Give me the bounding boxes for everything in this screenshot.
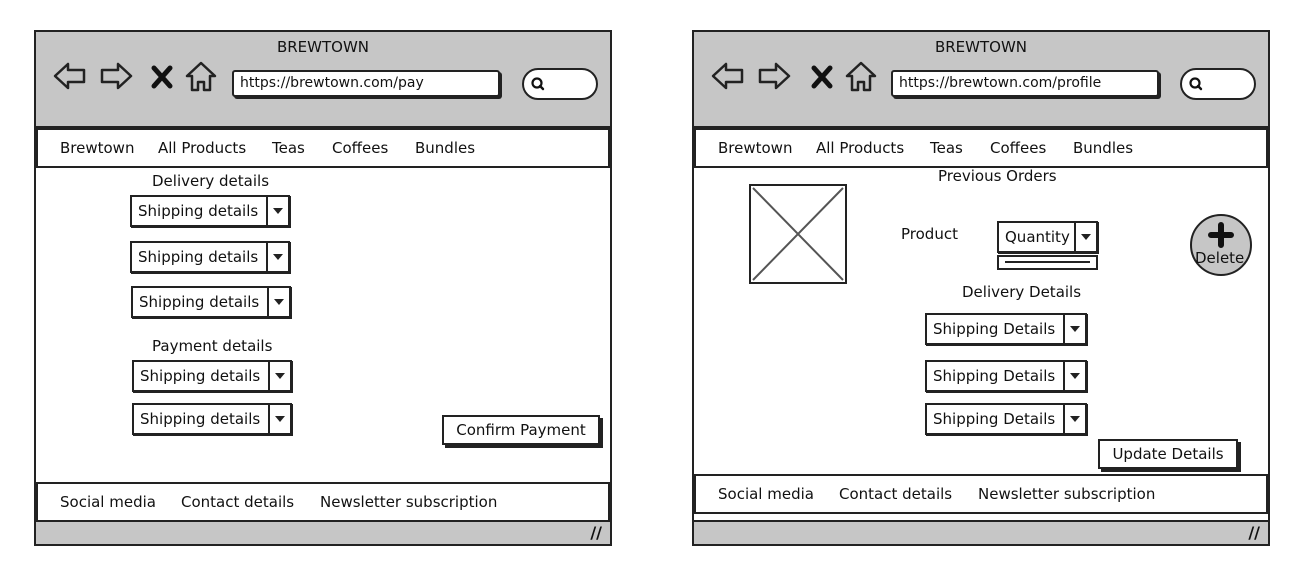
stop-x-icon[interactable] (808, 58, 836, 94)
delivery-field-1[interactable]: Shipping Details (925, 313, 1087, 345)
status-bar: // (694, 520, 1268, 544)
footer-bar: Social media Contact details Newsletter … (694, 474, 1268, 514)
delete-button[interactable]: Delete (1190, 214, 1252, 276)
status-bar: // (36, 520, 610, 544)
footer-contact-details[interactable]: Contact details (839, 485, 952, 503)
chevron-down-icon[interactable] (1074, 223, 1096, 251)
search-icon (531, 77, 545, 91)
delete-label: Delete (1195, 249, 1245, 267)
product-image-placeholder (749, 184, 847, 284)
stop-x-icon[interactable] (148, 58, 176, 94)
back-arrow-icon[interactable] (52, 58, 88, 94)
search-icon (1189, 77, 1203, 91)
chevron-down-icon[interactable] (1063, 405, 1085, 433)
update-details-button[interactable]: Update Details (1098, 439, 1238, 469)
footer-social-media[interactable]: Social media (60, 493, 156, 511)
chevron-down-icon[interactable] (268, 405, 290, 433)
combo-value: Shipping Details (933, 367, 1056, 385)
window-title: BREWTOWN (276, 38, 370, 56)
top-nav: Brewtown All Products Teas Coffees Bundl… (694, 128, 1268, 168)
chevron-down-icon[interactable] (266, 197, 288, 225)
address-bar[interactable]: https://brewtown.com/profile (891, 70, 1159, 97)
resize-grip-icon[interactable]: // (1248, 523, 1260, 542)
footer-newsletter[interactable]: Newsletter subscription (320, 493, 497, 511)
nav-item-teas[interactable]: Teas (930, 139, 963, 157)
combo-value: Shipping Details (933, 410, 1056, 428)
window-title: BREWTOWN (934, 38, 1028, 56)
forward-arrow-icon[interactable] (98, 58, 134, 94)
chevron-down-icon[interactable] (268, 362, 290, 390)
combo-value: Shipping Details (933, 320, 1056, 338)
nav-item-brewtown[interactable]: Brewtown (60, 139, 134, 157)
browser-window-pay: BREWTOWN https://brewtown.com/pay Brewto… (34, 30, 612, 546)
top-nav: Brewtown All Products Teas Coffees Bundl… (36, 128, 610, 168)
nav-item-all-products[interactable]: All Products (816, 139, 904, 157)
search-field[interactable] (1180, 68, 1256, 100)
nav-item-brewtown[interactable]: Brewtown (718, 139, 792, 157)
previous-orders-heading: Previous Orders (938, 167, 1057, 185)
footer-bar: Social media Contact details Newsletter … (36, 482, 610, 522)
combo-value: Quantity (1005, 228, 1070, 246)
combo-value: Shipping details (140, 410, 261, 428)
delivery-field-1[interactable]: Shipping details (130, 195, 290, 227)
payment-field-1[interactable]: Shipping details (132, 360, 292, 392)
footer-social-media[interactable]: Social media (718, 485, 814, 503)
chevron-down-icon[interactable] (1063, 315, 1085, 343)
confirm-payment-button[interactable]: Confirm Payment (442, 415, 600, 445)
back-arrow-icon[interactable] (710, 58, 746, 94)
combo-value: Shipping details (139, 293, 260, 311)
chevron-down-icon[interactable] (267, 288, 289, 316)
nav-item-bundles[interactable]: Bundles (1073, 139, 1133, 157)
nav-item-all-products[interactable]: All Products (158, 139, 246, 157)
resize-grip-icon[interactable]: // (590, 523, 602, 542)
delivery-field-2[interactable]: Shipping Details (925, 360, 1087, 392)
nav-item-bundles[interactable]: Bundles (415, 139, 475, 157)
footer-newsletter[interactable]: Newsletter subscription (978, 485, 1155, 503)
chevron-down-icon[interactable] (1063, 362, 1085, 390)
product-label: Product (901, 225, 958, 243)
combo-value: Shipping details (138, 248, 259, 266)
address-bar[interactable]: https://brewtown.com/pay (232, 70, 500, 97)
quantity-select[interactable]: Quantity (997, 221, 1098, 253)
plus-icon (1208, 222, 1234, 248)
browser-window-profile: BREWTOWN https://brewtown.com/profile Br… (692, 30, 1270, 546)
nav-item-coffees[interactable]: Coffees (332, 139, 388, 157)
delivery-details-heading: Delivery Details (962, 283, 1082, 301)
combo-value: Shipping details (138, 202, 259, 220)
combo-value: Shipping details (140, 367, 261, 385)
browser-chrome: BREWTOWN https://brewtown.com/profile (694, 32, 1268, 128)
home-icon[interactable] (184, 58, 218, 94)
delivery-field-3[interactable]: Shipping Details (925, 403, 1087, 435)
nav-item-teas[interactable]: Teas (272, 139, 305, 157)
delivery-field-2[interactable]: Shipping details (130, 241, 290, 273)
browser-chrome: BREWTOWN https://brewtown.com/pay (36, 32, 610, 128)
payment-details-heading: Payment details (152, 337, 273, 355)
nav-item-coffees[interactable]: Coffees (990, 139, 1046, 157)
chevron-down-icon[interactable] (266, 243, 288, 271)
search-field[interactable] (522, 68, 598, 100)
delivery-details-heading: Delivery details (152, 172, 270, 190)
delivery-field-3[interactable]: Shipping details (131, 286, 291, 318)
forward-arrow-icon[interactable] (756, 58, 792, 94)
home-icon[interactable] (844, 58, 878, 94)
payment-field-2[interactable]: Shipping details (132, 403, 292, 435)
quantity-dropdown-strip (997, 255, 1098, 270)
footer-contact-details[interactable]: Contact details (181, 493, 294, 511)
